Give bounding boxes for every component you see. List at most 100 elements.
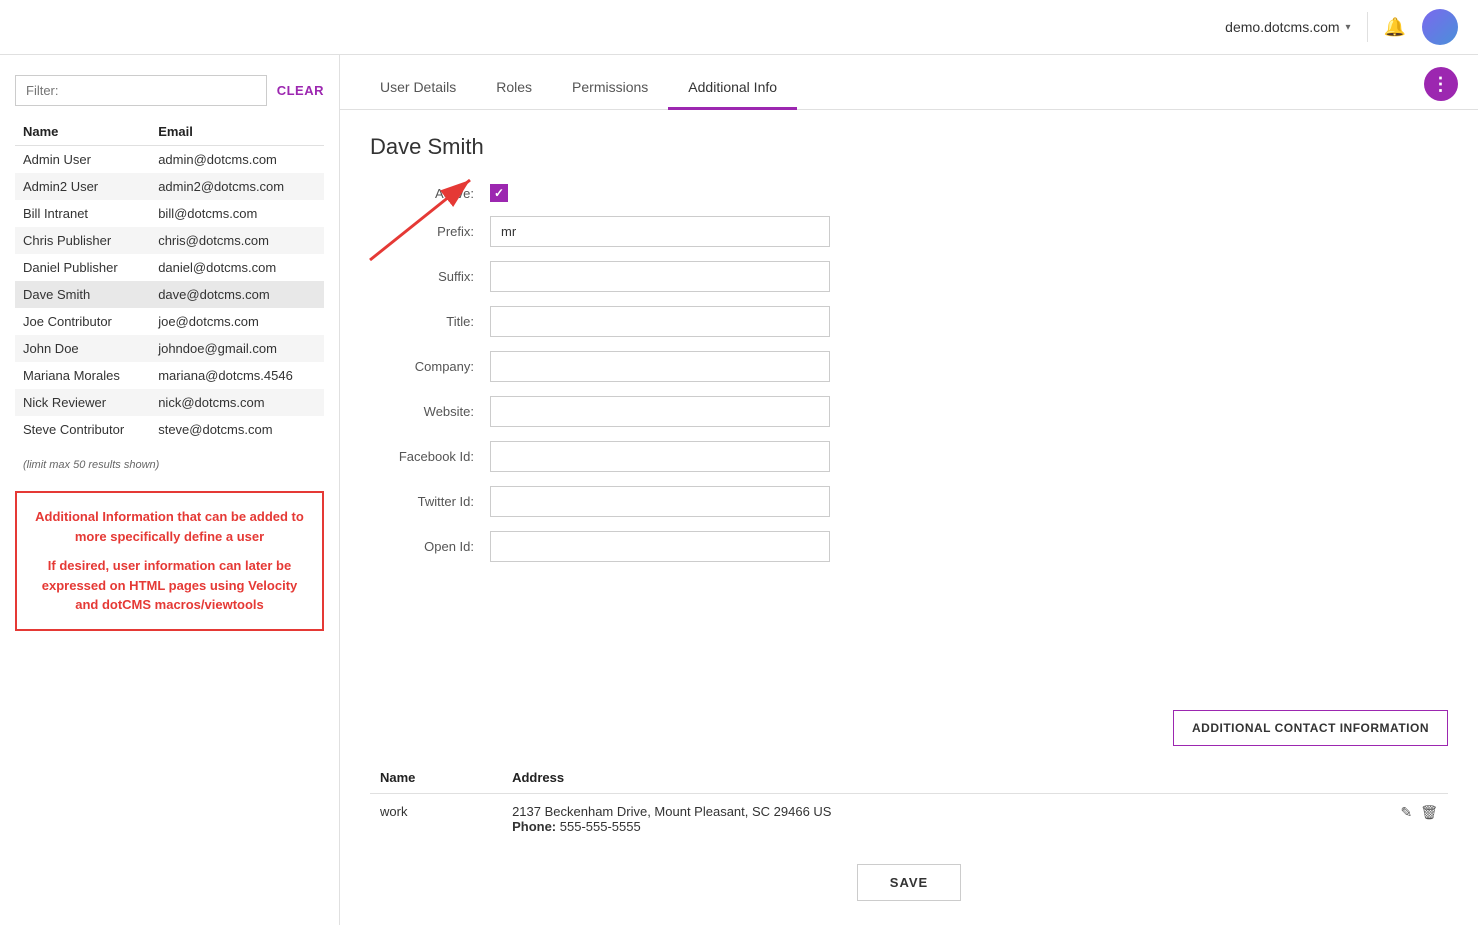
address-row: work2137 Beckenham Drive, Mount Pleasant…: [370, 794, 1448, 845]
suffix-row: Suffix:: [370, 261, 1448, 292]
user-email-cell: joe@dotcms.com: [150, 308, 324, 335]
address-table: Name Address work2137 Beckenham Drive, M…: [370, 762, 1448, 844]
user-row[interactable]: Joe Contributorjoe@dotcms.com: [15, 308, 324, 335]
user-row[interactable]: Bill Intranetbill@dotcms.com: [15, 200, 324, 227]
more-button[interactable]: ⋮: [1424, 67, 1458, 101]
user-row[interactable]: Admin2 Useradmin2@dotcms.com: [15, 173, 324, 200]
company-label: Company:: [370, 359, 490, 374]
user-row[interactable]: Chris Publisherchris@dotcms.com: [15, 227, 324, 254]
company-input[interactable]: [490, 351, 830, 382]
suffix-label: Suffix:: [370, 269, 490, 284]
user-table: Name Email Admin Useradmin@dotcms.comAdm…: [15, 118, 324, 443]
user-row[interactable]: Admin Useradmin@dotcms.com: [15, 146, 324, 174]
form-title: Dave Smith: [370, 134, 1448, 160]
clear-button[interactable]: CLEAR: [277, 83, 324, 98]
title-input[interactable]: [490, 306, 830, 337]
avatar[interactable]: [1422, 9, 1458, 45]
edit-icon[interactable]: ✎: [1400, 804, 1412, 821]
user-name-cell: Dave Smith: [15, 281, 150, 308]
delete-icon[interactable]: 🗑: [1420, 804, 1438, 821]
bottom-section: ADDITIONAL CONTACT INFORMATION Name Addr…: [340, 710, 1478, 925]
active-checkbox-wrapper: [490, 184, 508, 202]
user-name-cell: Mariana Morales: [15, 362, 150, 389]
title-row: Title:: [370, 306, 1448, 337]
user-name-cell: Admin2 User: [15, 173, 150, 200]
domain-name: demo.dotcms.com: [1225, 19, 1339, 35]
prefix-row: Prefix:: [370, 216, 1448, 247]
user-name-cell: Joe Contributor: [15, 308, 150, 335]
user-name-cell: Daniel Publisher: [15, 254, 150, 281]
addr-col-address: Address: [502, 762, 1311, 794]
prefix-label: Prefix:: [370, 224, 490, 239]
user-email-cell: johndoe@gmail.com: [150, 335, 324, 362]
user-row[interactable]: Mariana Moralesmariana@dotcms.4546: [15, 362, 324, 389]
user-name-cell: Admin User: [15, 146, 150, 174]
additional-contact-btn-row: ADDITIONAL CONTACT INFORMATION: [370, 710, 1448, 746]
user-name-cell: Bill Intranet: [15, 200, 150, 227]
title-label: Title:: [370, 314, 490, 329]
filter-input[interactable]: [15, 75, 267, 106]
user-email-cell: bill@dotcms.com: [150, 200, 324, 227]
openid-label: Open Id:: [370, 539, 490, 554]
addr-col-name: Name: [370, 762, 502, 794]
active-checkbox[interactable]: [490, 184, 508, 202]
callout-box: Additional Information that can be added…: [15, 491, 324, 631]
callout-line1: Additional Information that can be added…: [33, 507, 306, 546]
user-row[interactable]: Daniel Publisherdaniel@dotcms.com: [15, 254, 324, 281]
company-row: Company:: [370, 351, 1448, 382]
user-email-cell: nick@dotcms.com: [150, 389, 324, 416]
user-email-cell: chris@dotcms.com: [150, 227, 324, 254]
domain-chevron: ▾: [1346, 22, 1351, 33]
tab-permissions[interactable]: Permissions: [552, 63, 668, 110]
prefix-input[interactable]: [490, 216, 830, 247]
facebook-label: Facebook Id:: [370, 449, 490, 464]
bell-icon[interactable]: 🔔: [1384, 17, 1406, 38]
domain-selector[interactable]: demo.dotcms.com ▾: [1225, 19, 1350, 35]
active-row: Active:: [370, 184, 1448, 202]
main-layout: CLEAR Name Email Admin Useradmin@dotcms.…: [0, 55, 1478, 925]
website-input[interactable]: [490, 396, 830, 427]
website-label: Website:: [370, 404, 490, 419]
openid-row: Open Id:: [370, 531, 1448, 562]
topbar-separator: [1367, 12, 1368, 42]
additional-contact-button[interactable]: ADDITIONAL CONTACT INFORMATION: [1173, 710, 1448, 746]
active-label: Active:: [370, 186, 490, 201]
user-row[interactable]: John Doejohndoe@gmail.com: [15, 335, 324, 362]
user-email-cell: admin@dotcms.com: [150, 146, 324, 174]
filter-row: CLEAR: [15, 75, 324, 106]
user-email-cell: mariana@dotcms.4546: [150, 362, 324, 389]
twitter-input[interactable]: [490, 486, 830, 517]
user-row[interactable]: Dave Smithdave@dotcms.com: [15, 281, 324, 308]
user-row[interactable]: Nick Reviewernick@dotcms.com: [15, 389, 324, 416]
twitter-label: Twitter Id:: [370, 494, 490, 509]
user-email-cell: dave@dotcms.com: [150, 281, 324, 308]
user-email-cell: daniel@dotcms.com: [150, 254, 324, 281]
tabs-row: User Details Roles Permissions Additiona…: [340, 55, 1478, 110]
suffix-input[interactable]: [490, 261, 830, 292]
save-row: SAVE: [370, 864, 1448, 901]
user-email-cell: admin2@dotcms.com: [150, 173, 324, 200]
tab-user-details[interactable]: User Details: [360, 63, 476, 110]
website-row: Website:: [370, 396, 1448, 427]
tab-additional-info[interactable]: Additional Info: [668, 63, 797, 110]
right-panel: User Details Roles Permissions Additiona…: [340, 55, 1478, 925]
user-name-cell: Chris Publisher: [15, 227, 150, 254]
openid-input[interactable]: [490, 531, 830, 562]
user-name-cell: Steve Contributor: [15, 416, 150, 443]
tab-roles[interactable]: Roles: [476, 63, 552, 110]
user-name-cell: John Doe: [15, 335, 150, 362]
facebook-row: Facebook Id:: [370, 441, 1448, 472]
address-actions: ✎🗑: [1321, 804, 1438, 821]
save-button[interactable]: SAVE: [857, 864, 961, 901]
user-row[interactable]: Steve Contributorsteve@dotcms.com: [15, 416, 324, 443]
twitter-row: Twitter Id:: [370, 486, 1448, 517]
address-name-cell: work: [370, 794, 502, 845]
form-area: Dave Smith Active: Prefix: Suffix: Title: [340, 110, 1478, 710]
addr-col-actions: [1311, 762, 1448, 794]
address-detail-cell: 2137 Beckenham Drive, Mount Pleasant, SC…: [502, 794, 1311, 845]
col-name: Name: [15, 118, 150, 146]
limit-note: (limit max 50 results shown): [15, 455, 324, 475]
facebook-input[interactable]: [490, 441, 830, 472]
user-email-cell: steve@dotcms.com: [150, 416, 324, 443]
callout-line2: If desired, user information can later b…: [33, 556, 306, 615]
